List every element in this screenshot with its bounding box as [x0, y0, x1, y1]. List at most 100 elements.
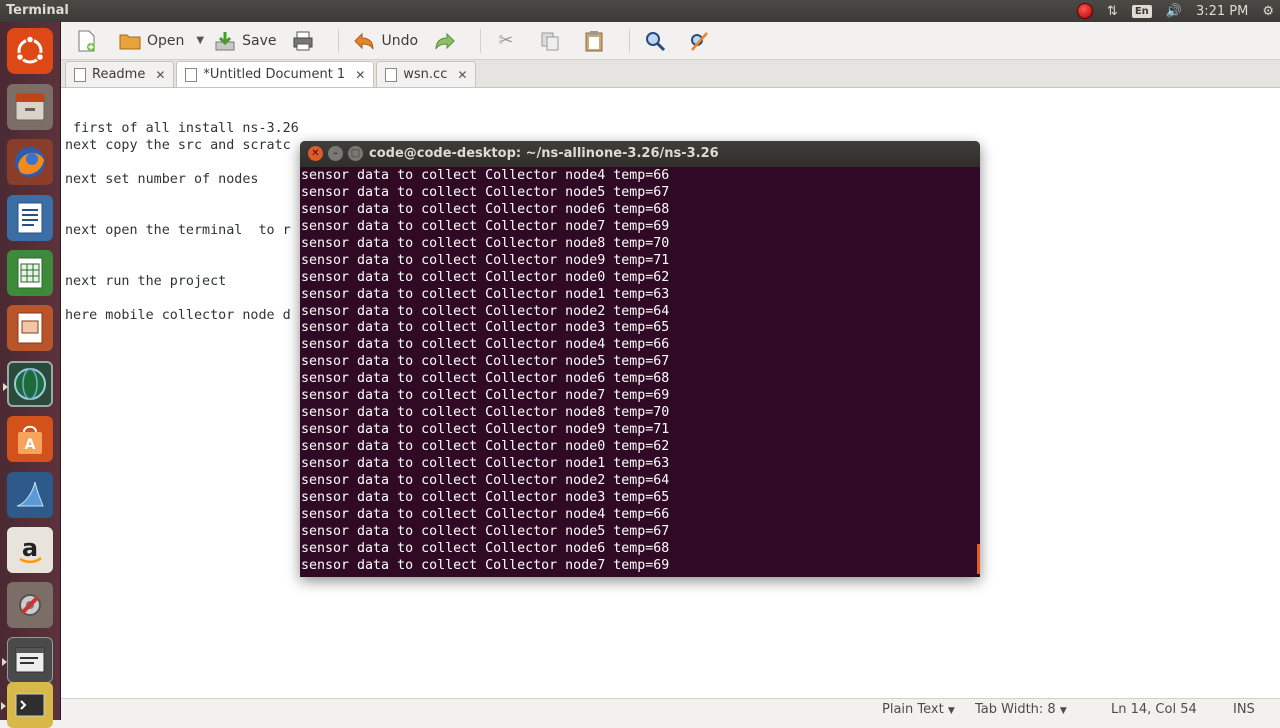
- tab-width-selector[interactable]: Tab Width: 8 ▼: [975, 702, 1067, 717]
- launcher-calc[interactable]: [7, 250, 53, 296]
- save-button-label: Save: [242, 32, 277, 49]
- launcher-firefox[interactable]: [7, 139, 53, 185]
- amazon-icon: a: [19, 534, 42, 564]
- close-tab-icon[interactable]: ✕: [457, 68, 467, 82]
- tab-readme[interactable]: Readme ✕: [65, 61, 175, 87]
- chevron-down-icon: ▼: [1059, 706, 1067, 716]
- terminal-line: sensor data to collect Collector node5 t…: [301, 184, 670, 200]
- editor-line: next open the terminal to r: [65, 223, 291, 238]
- running-indicator-icon: [2, 658, 7, 666]
- launcher-files[interactable]: [7, 84, 53, 130]
- keyboard-lang-label: En: [1131, 4, 1152, 18]
- file-cabinet-icon: [15, 93, 45, 121]
- editor-line: next run the project: [65, 274, 227, 289]
- paste-button[interactable]: [577, 26, 617, 56]
- save-download-icon: [214, 30, 236, 52]
- find-button[interactable]: [638, 26, 678, 56]
- maximize-icon: □: [350, 148, 361, 159]
- svg-text:a: a: [22, 534, 38, 562]
- terminal-scroll-indicator: [977, 544, 980, 574]
- search-magnifier-icon: [644, 30, 666, 52]
- terminal-title: code@code-desktop: ~/ns-allinone-3.26/ns…: [369, 146, 719, 161]
- find-replace-button[interactable]: [682, 26, 722, 56]
- document-tabs: Readme ✕ *Untitled Document 1 ✕ wsn.cc ✕: [61, 60, 1280, 88]
- indicator-area: ⇅ En 🔊 3:21 PM ⚙: [1076, 0, 1274, 22]
- minimize-window-button[interactable]: –: [328, 146, 343, 161]
- launcher-text-editor[interactable]: [2, 637, 53, 683]
- terminal-line: sensor data to collect Collector node4 t…: [301, 337, 670, 353]
- record-icon: [1076, 3, 1093, 19]
- tab-wsn-cc[interactable]: wsn.cc ✕: [376, 61, 477, 87]
- launcher-wireshark[interactable]: [7, 472, 53, 518]
- launcher-terminal[interactable]: [1, 682, 53, 728]
- terminal-line: sensor data to collect Collector node3 t…: [301, 320, 670, 336]
- clock[interactable]: 3:21 PM: [1196, 4, 1248, 19]
- language-selector[interactable]: Plain Text ▼: [882, 702, 955, 717]
- terminal-line: sensor data to collect Collector node7 t…: [301, 388, 670, 404]
- tab-label: wsn.cc: [403, 67, 448, 82]
- terminal-line: sensor data to collect Collector node1 t…: [301, 286, 670, 302]
- terminal-line: sensor data to collect Collector node5 t…: [301, 523, 670, 539]
- terminal-line: sensor data to collect Collector node7 t…: [301, 218, 670, 234]
- terminal-line: sensor data to collect Collector node8 t…: [301, 235, 670, 251]
- open-button[interactable]: Open: [113, 26, 190, 56]
- close-icon: ✕: [311, 148, 320, 159]
- document-writer-icon: [17, 202, 43, 234]
- document-icon: [385, 67, 398, 82]
- redo-arrow-icon: [434, 30, 456, 52]
- recording-indicator[interactable]: [1076, 3, 1093, 19]
- document-icon: [74, 67, 86, 82]
- session-indicator[interactable]: ⚙: [1262, 4, 1274, 19]
- toolbar: Open ▼ Save Undo ✂: [61, 22, 1280, 60]
- top-panel: Terminal ⇅ En 🔊 3:21 PM ⚙: [0, 0, 1280, 22]
- terminal-line: sensor data to collect Collector node0 t…: [301, 269, 670, 285]
- save-button[interactable]: Save: [208, 26, 282, 56]
- terminal-line: sensor data to collect Collector node4 t…: [301, 168, 670, 183]
- terminal-titlebar[interactable]: ✕ – □ code@code-desktop: ~/ns-allinone-3…: [300, 141, 980, 167]
- launcher-software-center[interactable]: A: [7, 416, 53, 462]
- close-tab-icon[interactable]: ✕: [155, 68, 165, 82]
- minimize-icon: –: [333, 148, 338, 159]
- text-editor-icon: [15, 647, 45, 673]
- chevron-down-icon: ▼: [947, 706, 955, 716]
- toolbar-separator: [338, 28, 340, 53]
- launcher-impress[interactable]: [7, 305, 53, 351]
- tab-width-label: Tab Width: 8: [975, 702, 1056, 717]
- undo-button[interactable]: Undo: [347, 26, 424, 56]
- tab-untitled-document[interactable]: *Untitled Document 1 ✕: [176, 61, 375, 87]
- launcher-system-settings[interactable]: [7, 582, 53, 628]
- terminal-icon: [15, 693, 45, 717]
- launcher-dash-home[interactable]: [7, 28, 53, 74]
- shark-fin-icon: [16, 481, 44, 507]
- close-tab-icon[interactable]: ✕: [355, 68, 365, 82]
- print-button[interactable]: [286, 26, 326, 56]
- chevron-down-icon: ▼: [196, 35, 205, 46]
- terminal-line: sensor data to collect Collector node6 t…: [301, 201, 670, 217]
- terminal-output[interactable]: sensor data to collect Collector node4 t…: [301, 168, 978, 577]
- cut-button[interactable]: ✂: [489, 26, 529, 56]
- open-recent-dropdown[interactable]: ▼: [194, 26, 206, 56]
- editor-line: next set number of nodes: [65, 172, 259, 187]
- redo-button[interactable]: [428, 26, 468, 56]
- new-document-button[interactable]: [69, 26, 109, 56]
- close-window-button[interactable]: ✕: [308, 146, 323, 161]
- launcher-globe-app[interactable]: [3, 361, 53, 407]
- svg-text:A: A: [25, 437, 36, 453]
- spreadsheet-calc-icon: [17, 257, 43, 289]
- firefox-icon: [15, 147, 45, 177]
- keyboard-indicator[interactable]: En: [1131, 4, 1152, 18]
- undo-arrow-icon: [353, 30, 375, 52]
- launcher-writer[interactable]: [7, 195, 53, 241]
- running-indicator-icon: [1, 702, 6, 710]
- terminal-window[interactable]: ✕ – □ code@code-desktop: ~/ns-allinone-3…: [300, 141, 980, 577]
- launcher-amazon[interactable]: a: [7, 527, 53, 573]
- shopping-bag-icon: A: [18, 425, 42, 454]
- volume-indicator[interactable]: 🔊: [1166, 4, 1182, 19]
- status-bar: Plain Text ▼ Tab Width: 8 ▼ Ln 14, Col 5…: [61, 698, 1280, 720]
- document-icon: [185, 67, 198, 82]
- copy-button[interactable]: [533, 26, 573, 56]
- maximize-window-button[interactable]: □: [348, 146, 363, 161]
- network-indicator[interactable]: ⇅: [1107, 4, 1118, 19]
- terminal-line: sensor data to collect Collector node1 t…: [301, 455, 670, 471]
- editor-line: next copy the src and scratc: [65, 138, 291, 153]
